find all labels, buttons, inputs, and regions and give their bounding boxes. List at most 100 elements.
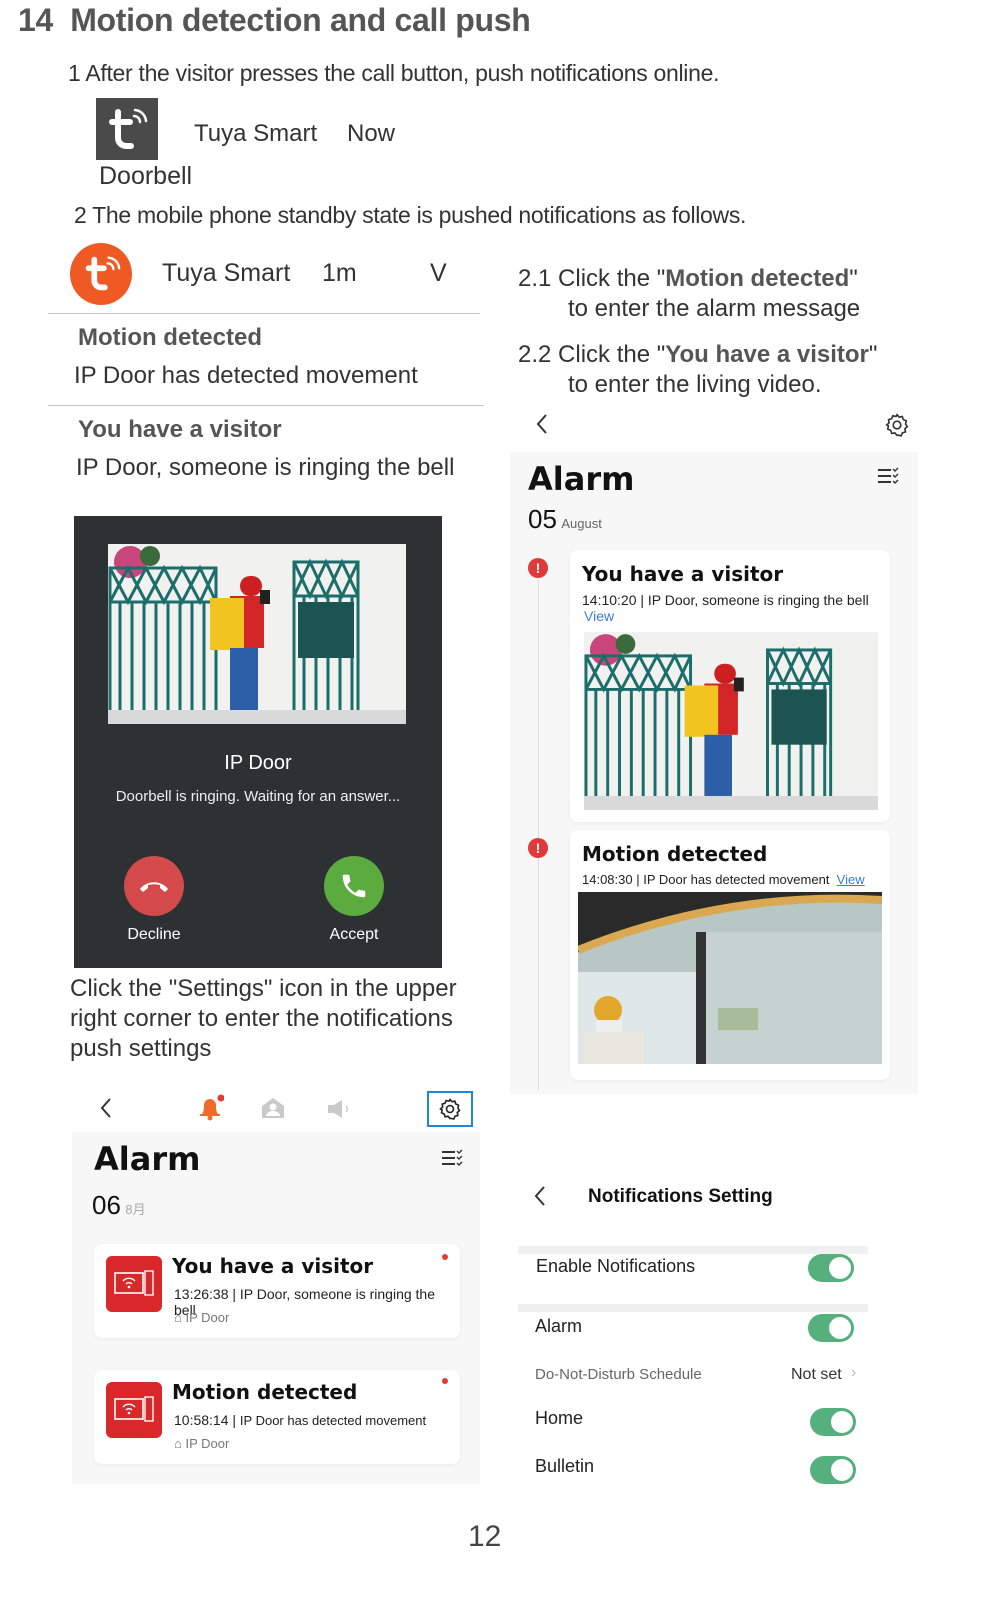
instruction-2-2-line2: to enter the living video. [568,371,822,398]
do-not-disturb-row[interactable]: Do-Not-Disturb Schedule Not set › [535,1364,865,1390]
view-link[interactable]: View [584,608,614,624]
chevron-left-icon [534,1186,545,1206]
caller-device-name: IP Door [224,752,292,774]
doorbell-monitor-icon [106,1256,162,1312]
section-title: 14 Motion detection and call push [18,2,531,39]
date-day: 06 [92,1190,121,1220]
event-title: Motion detected [172,1380,358,1404]
notification-app-name: Tuya Smart [194,120,318,147]
unread-dot [442,1254,448,1260]
home-toggle[interactable] [810,1408,856,1436]
setting-label-enable-notifications: Enable Notifications [536,1256,696,1276]
step-2-text: 2 The mobile phone standby state is push… [74,202,747,228]
accept-button[interactable] [324,856,384,916]
incoming-call-screen: IP Door Doorbell is ringing. Waiting for… [74,516,442,968]
enable-notifications-toggle[interactable] [808,1254,854,1282]
event-detail: 10:58:14 | IP Door has detected movement [174,1412,427,1428]
date-day: 05 [528,504,557,534]
date-month: 8月 [125,1202,146,1217]
event-title: Motion detected [582,842,768,866]
notification-item-body: IP Door has detected movement [74,362,418,389]
gear-icon [885,413,909,437]
alarm-panel: Alarm 06 8月 You have a visitor 13:26:38 … [72,1132,480,1484]
event-snapshot[interactable] [584,632,878,810]
home-person-icon [262,1098,284,1118]
alarm-toggle[interactable] [808,1314,854,1342]
event-time: 14:10:20 [582,592,637,608]
alarm-event-card[interactable]: You have a visitor 14:10:20 | IP Door, s… [570,550,890,822]
back-button[interactable] [98,1096,114,1125]
doorbell-monitor-icon [106,1382,162,1438]
alert-icon: ! [528,558,548,578]
alarm-event-card[interactable]: You have a visitor 13:26:38 | IP Door, s… [94,1244,460,1338]
instruction-keyword: Motion detected [665,265,850,292]
unread-dot [442,1378,448,1384]
notification-item-body: IP Door, someone is ringing the bell [76,454,455,481]
event-title: You have a visitor [582,562,784,586]
filter-list-button[interactable] [876,466,900,491]
divider [518,1246,868,1254]
doorbell-snapshot [108,544,406,724]
filter-list-button[interactable] [440,1148,464,1173]
divider [48,405,484,406]
decline-label: Decline [127,926,181,943]
back-button[interactable] [534,412,550,443]
event-detail: 14:08:30 | IP Door has detected movement… [582,872,865,887]
home-icon: ⌂ [174,1310,182,1325]
setting-label-dnd: Do-Not-Disturb Schedule [535,1366,702,1383]
alarm-date: 06 8月 [92,1190,146,1221]
alert-icon: ! [528,838,548,858]
notification-time: Now [347,120,396,147]
timeline-line [538,580,539,1090]
view-link[interactable]: View [837,872,865,887]
device-name: IP Door [185,1310,230,1325]
event-desc: IP Door, someone is ringing the bell [647,592,869,608]
notification-item-title: Motion detected [78,324,262,351]
device-name: IP Door [185,1436,230,1451]
event-time: 14:08:30 [582,872,633,887]
event-desc: IP Door has detected movement [239,1413,427,1428]
accept-label: Accept [329,926,379,943]
notification-item-title: You have a visitor [78,416,282,443]
notification-time: 1m [322,259,357,287]
page-number: 12 [468,1520,502,1553]
date-month: August [561,516,602,531]
instruction-suffix: " [868,341,878,368]
hang-up-icon [140,882,168,892]
notification-item-motion[interactable]: Motion detected IP Door has detected mov… [48,318,480,402]
settings-button[interactable] [884,412,910,443]
section-heading: Motion detection and call push [70,2,531,38]
alarm-event-card[interactable]: Motion detected 14:08:30 | IP Door has d… [570,830,890,1080]
decline-button[interactable] [124,856,184,916]
phone-icon [342,874,366,898]
setting-label-bulletin: Bulletin [535,1456,595,1476]
notification-body: Doorbell [99,162,193,190]
tab-alarm[interactable] [196,1094,225,1127]
setting-label-home: Home [535,1408,584,1428]
chevron-right-icon: › [851,1364,857,1381]
settings-button-highlighted[interactable] [427,1091,473,1127]
tab-home[interactable] [260,1096,286,1125]
instruction-keyword: You have a visitor [665,341,869,368]
divider [48,313,480,314]
alarm-event-card[interactable]: Motion detected 10:58:14 | IP Door has d… [94,1370,460,1464]
event-snapshot[interactable] [578,892,882,1064]
bulletin-toggle[interactable] [810,1456,856,1484]
notification-item-visitor[interactable]: You have a visitor IP Door, someone is r… [48,410,480,494]
instruction-2-1-line2: to enter the alarm message [568,295,861,322]
speaker-icon [328,1100,348,1118]
call-status: Doorbell is ringing. Waiting for an answ… [115,788,401,805]
back-button[interactable] [532,1184,548,1213]
step-1-text: 1 After the visitor presses the call but… [68,60,720,86]
event-time: 13:26:38 [174,1286,229,1302]
setting-label-alarm: Alarm [535,1316,583,1336]
event-device: ⌂ IP Door [174,1436,229,1451]
instruction-2-2: 2.2 Click the "You have a visitor" [518,340,877,370]
alarm-title: Alarm [528,460,635,498]
section-number: 14 [18,2,53,38]
instruction-suffix: " [849,265,858,292]
alarm-title: Alarm [94,1140,201,1178]
expand-chevron-icon[interactable]: V [430,259,447,288]
tab-bulletin[interactable] [326,1098,354,1125]
bell-icon [200,1094,225,1121]
